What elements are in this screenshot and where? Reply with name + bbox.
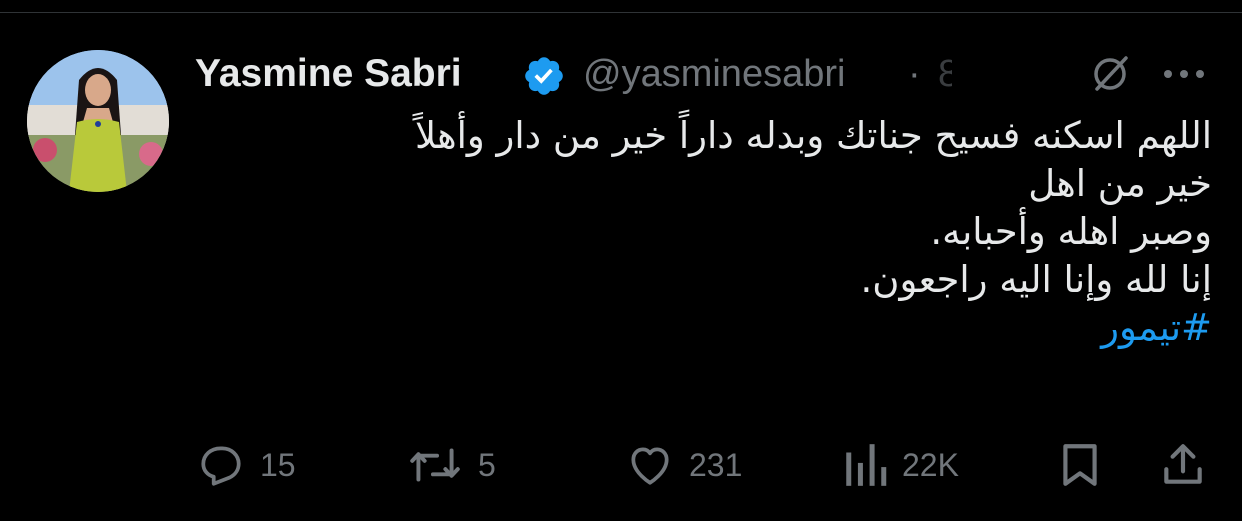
author-handle[interactable]: @yasminesabri	[583, 53, 845, 96]
tweet-text-line: إنا لله وإنا اليه راجعون.	[860, 258, 1212, 301]
bookmark-icon	[1063, 444, 1097, 486]
repost-icon	[410, 448, 460, 482]
reply-count: 15	[260, 446, 296, 483]
bookmark-button[interactable]	[1058, 437, 1102, 493]
tweet-header: Yasmine Sabri @yasminesabri · 8	[195, 46, 1215, 102]
grok-icon[interactable]	[1088, 52, 1132, 96]
tweet-text: اللهم اسكنه فسيح جناتك وبدله داراً خير م…	[212, 112, 1212, 352]
timestamp[interactable]: 8	[938, 53, 952, 96]
hashtag-link[interactable]: #تيمور	[212, 304, 1212, 352]
views-count: 22K	[902, 446, 959, 483]
views-icon	[846, 444, 887, 486]
tweet-text-line: اللهم اسكنه فسيح جناتك وبدله داراً خير م…	[415, 114, 1212, 157]
repost-count: 5	[478, 446, 496, 483]
like-button[interactable]: 231	[625, 437, 742, 493]
avatar-image	[27, 50, 169, 192]
tweet-text-line: خير من اهل	[1028, 162, 1212, 205]
action-bar: 15 5 231 22K	[0, 437, 1242, 493]
reply-icon	[201, 446, 241, 486]
author-display-name[interactable]: Yasmine Sabri	[195, 52, 462, 96]
views-button[interactable]: 22K	[842, 437, 959, 493]
reply-button[interactable]: 15	[196, 437, 296, 493]
avatar[interactable]	[27, 50, 169, 192]
like-count: 231	[689, 446, 743, 483]
heart-icon	[631, 447, 669, 485]
tweet[interactable]: Yasmine Sabri @yasminesabri · 8 اللهم اس…	[0, 0, 1242, 521]
share-icon	[1164, 444, 1202, 484]
verified-badge-icon[interactable]	[522, 54, 566, 98]
tweet-text-line: وصبر اهله وأحبابه.	[930, 210, 1212, 253]
more-icon[interactable]	[1161, 66, 1207, 80]
share-button[interactable]	[1160, 437, 1206, 493]
repost-button[interactable]: 5	[406, 437, 496, 493]
separator-dot: ·	[908, 53, 921, 95]
